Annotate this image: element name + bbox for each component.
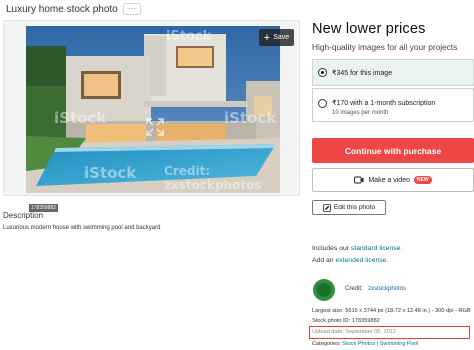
pricing-heading: New lower prices — [312, 21, 426, 37]
categories-label: Categories: — [312, 341, 343, 347]
watermark-text: Credit: zxstockphotos — [164, 164, 262, 192]
stock-photo-id: Stock photo ID: 178359882 — [312, 318, 380, 324]
contributor-logo[interactable] — [313, 279, 335, 301]
contributor-logo-icon — [314, 280, 334, 300]
make-video-button[interactable]: Make a video NEW — [312, 168, 474, 192]
edit-photo-label: Edit this photo — [333, 204, 376, 211]
watermark-text: iStock — [54, 109, 107, 127]
page-title: Luxury home stock photo — [6, 3, 118, 15]
make-video-label: Make a video — [368, 176, 410, 184]
price-option-single[interactable]: ₹345 for this image — [312, 59, 474, 86]
price-option-label: ₹345 for this image — [332, 70, 393, 77]
more-button[interactable]: ··· — [122, 3, 141, 15]
image-viewer: iStock iStock iStock iStock Credit: zxst… — [3, 20, 300, 212]
largest-size-info: Largest size: 5616 x 3744 px (18.72 x 12… — [312, 308, 471, 314]
page-title-bar: Luxury home stock photo ··· — [6, 3, 141, 15]
plus-icon: + — [263, 31, 271, 44]
expand-icon[interactable] — [145, 117, 165, 137]
watermark-text: iStock — [224, 109, 277, 127]
radio-unselected-icon[interactable] — [318, 99, 327, 108]
extended-license-link[interactable]: extended license. — [335, 257, 388, 264]
standard-license-line: Includes our standard license. — [312, 245, 402, 252]
extended-license-line: Add an extended license. — [312, 257, 388, 264]
contributor-link[interactable]: zxstockphotos — [368, 286, 406, 292]
description-text: Luxurious modern house with swimming poo… — [3, 225, 161, 231]
radio-selected-icon[interactable] — [318, 68, 327, 77]
upload-date: Upload date: September 05, 2012 — [312, 329, 396, 335]
save-button[interactable]: + Save — [259, 29, 294, 46]
categories-line: Categories: Stock Photos | Swimming Pool — [312, 341, 418, 347]
video-camera-icon — [354, 176, 364, 184]
categories-links[interactable]: Stock Photos | Swimming Pool — [342, 341, 418, 347]
new-badge: NEW — [413, 176, 432, 184]
price-option-label: ₹170 with a 1-month subscription — [332, 100, 436, 107]
continue-purchase-button[interactable]: Continue with purchase — [312, 138, 474, 163]
watermark-text: iStock — [166, 29, 212, 44]
description-heading: Description — [3, 211, 44, 220]
edit-icon — [322, 203, 331, 212]
save-label: Save — [273, 34, 290, 41]
price-option-subscription[interactable]: ₹170 with a 1-month subscription 10 imag… — [312, 88, 474, 122]
license-prefix: Includes our — [312, 245, 351, 252]
price-option-sublabel: 10 images per month — [332, 110, 389, 116]
pricing-subheading: High-quality images for all your project… — [312, 42, 458, 52]
edit-photo-button[interactable]: Edit this photo — [312, 200, 386, 215]
credit-label: Credit: — [345, 286, 363, 292]
license-prefix: Add an — [312, 257, 336, 264]
watermark-text: iStock — [84, 164, 137, 182]
standard-license-link[interactable]: standard license. — [351, 245, 402, 252]
